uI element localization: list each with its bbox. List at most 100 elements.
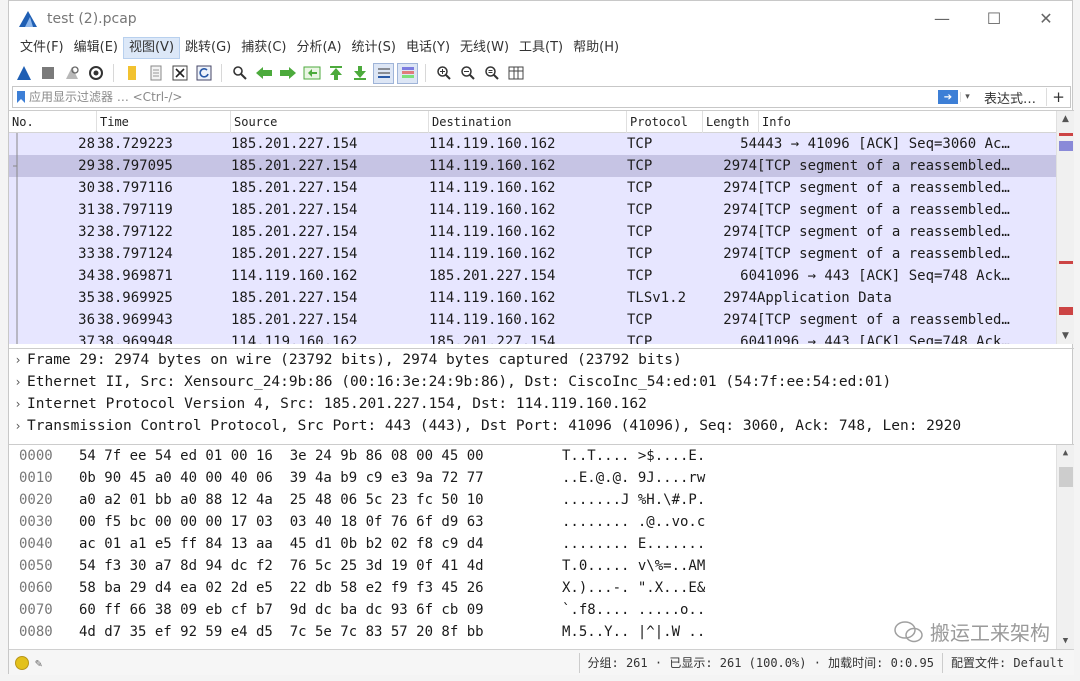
first-packet-icon[interactable] (325, 63, 346, 84)
stop-capture-icon[interactable] (37, 63, 58, 84)
detail-tree-item[interactable]: › Frame 29: 2974 bytes on wire (23792 bi… (9, 349, 1074, 371)
packet-row[interactable]: 34 38.969871 114.119.160.162 185.201.227… (9, 265, 1074, 287)
packet-destination: 114.119.160.162 (429, 246, 556, 262)
filter-history-dropdown-icon[interactable]: ▾ (959, 92, 974, 102)
bytes-hex: ac 01 a1 e5 ff 84 13 aa 45 d1 0b b2 02 f… (79, 536, 484, 552)
expression-button[interactable]: 表达式… (974, 88, 1046, 107)
menu-help[interactable]: 帮助(H) (568, 37, 624, 59)
chevron-right-icon[interactable]: › (9, 419, 27, 433)
capture-comment-icon[interactable]: ✎ (35, 656, 42, 670)
scroll-up-icon[interactable]: ▲ (1057, 111, 1074, 127)
scroll-down-icon[interactable]: ▼ (1057, 633, 1074, 649)
file-set-icon[interactable] (145, 63, 166, 84)
bytes-ascii: T..T.... >$....E. (562, 448, 706, 464)
display-filter-input[interactable] (29, 87, 938, 107)
status-profile[interactable]: 配置文件: Default (951, 654, 1074, 671)
packet-time: 38.969925 (97, 290, 173, 306)
packet-info: 41096 → 443 [ACK] Seq=748 Ack… (757, 334, 1010, 344)
detail-tree-item[interactable]: › Transmission Control Protocol, Src Por… (9, 415, 1074, 437)
menu-view[interactable]: 视图(V) (122, 37, 181, 59)
menu-analyze[interactable]: 分析(A) (291, 37, 346, 59)
bytes-hex: 0b 90 45 a0 40 00 40 06 39 4a b9 c9 e3 9… (79, 470, 484, 486)
minimize-button[interactable]: — (916, 1, 968, 36)
find-packet-icon[interactable] (229, 63, 250, 84)
column-header-length[interactable]: Length (703, 111, 759, 133)
column-header-time[interactable]: Time (97, 111, 231, 133)
status-dot: · (806, 655, 829, 670)
zoom-in-icon[interactable] (433, 63, 454, 84)
menu-statistics[interactable]: 统计(S) (347, 37, 401, 59)
go-forward-icon[interactable] (277, 63, 298, 84)
packet-list-scrollbar[interactable]: ▲ ▼ (1056, 111, 1074, 344)
zoom-normal-icon[interactable] (481, 63, 502, 84)
scroll-up-icon[interactable]: ▲ (1057, 445, 1074, 461)
restart-capture-icon[interactable] (61, 63, 82, 84)
watermark: 搬运工来架构 (894, 617, 1050, 646)
packet-row[interactable]: 36 38.969943 185.201.227.154 114.119.160… (9, 309, 1074, 331)
capture-options-icon[interactable] (85, 63, 106, 84)
column-header-info[interactable]: Info (759, 111, 1049, 133)
minimap-thumb[interactable] (1059, 141, 1073, 151)
scroll-thumb[interactable] (1059, 467, 1073, 487)
filter-bookmark-icon[interactable] (13, 90, 29, 104)
menu-wireless[interactable]: 无线(W) (455, 37, 514, 59)
packet-length: 2974 (723, 224, 757, 240)
bytes-row[interactable]: 0060 58 ba 29 d4 ea 02 2d e5 22 db 58 e2 … (9, 577, 1074, 599)
menu-telephony[interactable]: 电话(Y) (401, 37, 455, 59)
watermark-text: 搬运工来架构 (930, 621, 1050, 645)
column-header-no[interactable]: No. (9, 111, 97, 133)
chevron-right-icon[interactable]: › (9, 375, 27, 389)
expert-info-indicator-icon[interactable] (15, 655, 29, 670)
open-file-icon[interactable] (121, 63, 142, 84)
column-header-source[interactable]: Source (231, 111, 429, 133)
menu-capture[interactable]: 捕获(C) (236, 37, 291, 59)
close-file-icon[interactable] (169, 63, 190, 84)
menu-edit[interactable]: 编辑(E) (69, 37, 123, 59)
menu-bar: 文件(F) 编辑(E) 视图(V) 跳转(G) 捕获(C) 分析(A) 统计(S… (9, 36, 1072, 60)
bytes-offset: 0060 (19, 580, 53, 596)
go-to-packet-icon[interactable] (301, 63, 322, 84)
bytes-row[interactable]: 0050 54 f3 30 a7 8d 94 dc f2 76 5c 25 3d … (9, 555, 1074, 577)
bytes-row[interactable]: 0020 a0 a2 01 bb a0 88 12 4a 25 48 06 5c … (9, 489, 1074, 511)
detail-tree-item[interactable]: › Ethernet II, Src: Xensourc_24:9b:86 (0… (9, 371, 1074, 393)
packet-protocol: TCP (627, 180, 653, 196)
column-header-destination[interactable]: Destination (429, 111, 627, 133)
packet-row[interactable]: 33 38.797124 185.201.227.154 114.119.160… (9, 243, 1074, 265)
menu-go[interactable]: 跳转(G) (180, 37, 236, 59)
bytes-scrollbar[interactable]: ▲ ▼ (1056, 445, 1074, 649)
packet-row[interactable]: 31 38.797119 185.201.227.154 114.119.160… (9, 199, 1074, 221)
packet-row-selected[interactable]: 29 38.797095 185.201.227.154 114.119.160… (9, 155, 1074, 177)
resize-columns-icon[interactable] (505, 63, 526, 84)
column-header-protocol[interactable]: Protocol (627, 111, 703, 133)
go-back-icon[interactable] (253, 63, 274, 84)
detail-ipv4: Internet Protocol Version 4, Src: 185.20… (27, 396, 647, 412)
packet-info: [TCP segment of a reassembled… (757, 202, 1010, 218)
close-button[interactable]: ✕ (1020, 1, 1072, 36)
menu-file[interactable]: 文件(F) (15, 37, 69, 59)
scroll-down-icon[interactable]: ▼ (1057, 328, 1074, 344)
detail-tree-item[interactable]: › Internet Protocol Version 4, Src: 185.… (9, 393, 1074, 415)
bytes-row[interactable]: 0030 00 f5 bc 00 00 00 17 03 03 40 18 0f … (9, 511, 1074, 533)
maximize-button[interactable]: ☐ (968, 1, 1020, 36)
add-filter-button[interactable]: + (1046, 88, 1070, 106)
shark-fin-start-icon[interactable] (13, 63, 34, 84)
reload-file-icon[interactable] (193, 63, 214, 84)
status-dot: · (647, 655, 670, 670)
bytes-row[interactable]: 0000 54 7f ee 54 ed 01 00 16 3e 24 9b 86 … (9, 445, 1074, 467)
packet-row[interactable]: 30 38.797116 185.201.227.154 114.119.160… (9, 177, 1074, 199)
chevron-right-icon[interactable]: › (9, 397, 27, 411)
packet-row[interactable]: 32 38.797122 185.201.227.154 114.119.160… (9, 221, 1074, 243)
zoom-out-icon[interactable] (457, 63, 478, 84)
packet-row[interactable]: 37 38.969948 114.119.160.162 185.201.227… (9, 331, 1074, 344)
chevron-right-icon[interactable]: › (9, 353, 27, 367)
window-controls: — ☐ ✕ (916, 1, 1072, 36)
last-packet-icon[interactable] (349, 63, 370, 84)
packet-row[interactable]: 35 38.969925 185.201.227.154 114.119.160… (9, 287, 1074, 309)
bytes-row[interactable]: 0040 ac 01 a1 e5 ff 84 13 aa 45 d1 0b b2 … (9, 533, 1074, 555)
colorize-icon[interactable] (397, 62, 418, 84)
packet-row[interactable]: 28 38.729223 185.201.227.154 114.119.160… (9, 133, 1074, 155)
bytes-row[interactable]: 0010 0b 90 45 a0 40 00 40 06 39 4a b9 c9 … (9, 467, 1074, 489)
menu-tools[interactable]: 工具(T) (514, 37, 568, 59)
auto-scroll-icon[interactable] (373, 62, 394, 84)
apply-filter-arrow-icon[interactable]: ➔ (937, 90, 958, 104)
